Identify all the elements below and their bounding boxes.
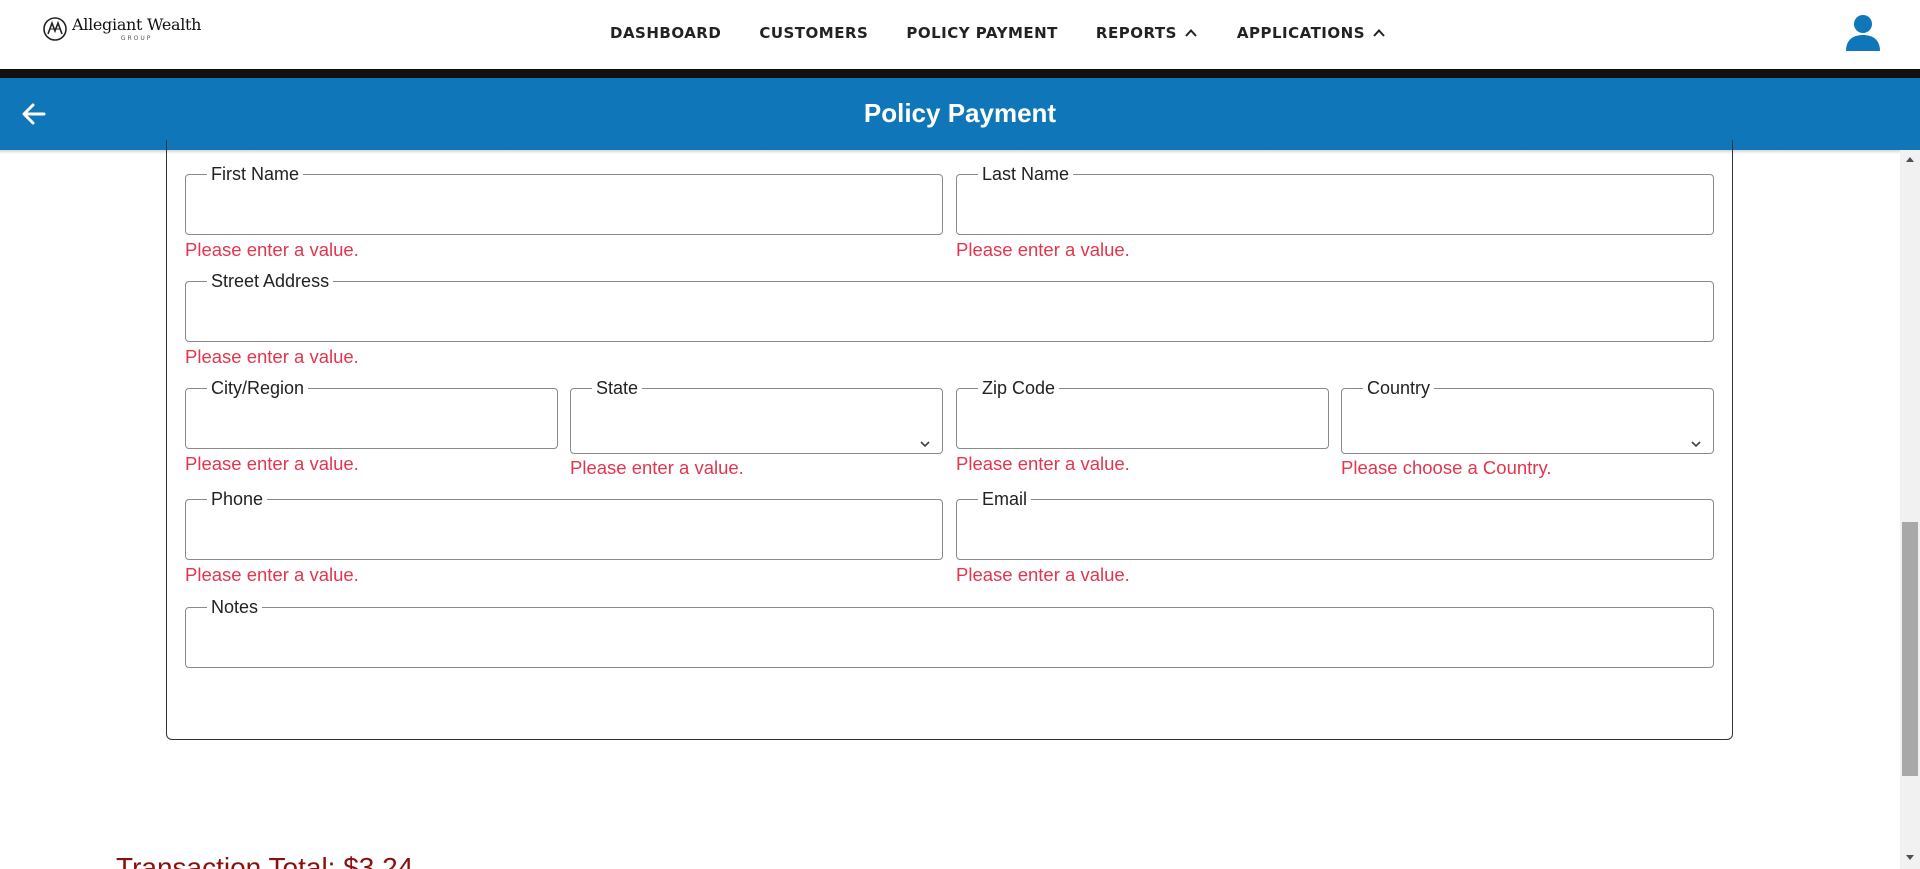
notes-textarea[interactable] bbox=[196, 616, 1703, 660]
nav-customers[interactable]: CUSTOMERS bbox=[759, 24, 868, 42]
phone-error: Please enter a value. bbox=[185, 564, 359, 585]
notes-field: Notes bbox=[185, 598, 1714, 668]
brand-sub: GROUP bbox=[120, 34, 153, 42]
nav-policy-payment[interactable]: POLICY PAYMENT bbox=[906, 24, 1058, 42]
email-field: Email bbox=[956, 490, 1714, 560]
navbar-divider bbox=[0, 69, 1920, 78]
main-nav: DASHBOARD CUSTOMERS POLICY PAYMENT REPOR… bbox=[610, 24, 1387, 42]
nav-applications[interactable]: APPLICATIONS bbox=[1237, 24, 1387, 42]
scrollbar-thumb[interactable] bbox=[1902, 522, 1918, 776]
nav-reports-label: REPORTS bbox=[1095, 24, 1177, 42]
nav-applications-label: APPLICATIONS bbox=[1236, 24, 1365, 42]
brand-logo-mark-icon bbox=[43, 17, 67, 41]
state-select[interactable] bbox=[581, 397, 932, 441]
zip-code-input[interactable] bbox=[967, 397, 1318, 441]
country-field: Country bbox=[1341, 379, 1714, 454]
nav-policy-payment-label: POLICY PAYMENT bbox=[906, 24, 1058, 42]
street-address-label: Street Address bbox=[211, 271, 330, 291]
city-field: City/Region bbox=[185, 379, 558, 449]
user-account-icon[interactable] bbox=[1844, 13, 1882, 53]
first-name-input[interactable] bbox=[196, 183, 932, 227]
state-field: State bbox=[570, 379, 943, 454]
phone-label: Phone bbox=[211, 489, 264, 509]
country-select[interactable] bbox=[1352, 397, 1703, 441]
email-error: Please enter a value. bbox=[956, 564, 1130, 585]
chevron-up-icon bbox=[1185, 29, 1197, 37]
scroll-up-arrow-icon[interactable] bbox=[1904, 154, 1916, 164]
billing-form-card: First Name Please enter a value. Last Na… bbox=[166, 140, 1733, 740]
notes-label: Notes bbox=[211, 597, 259, 617]
first-name-field: First Name bbox=[185, 165, 943, 235]
nav-reports[interactable]: REPORTS bbox=[1096, 24, 1199, 42]
transaction-total: Transaction Total: $3.24 bbox=[116, 852, 414, 869]
city-label: City/Region bbox=[211, 378, 305, 398]
zip-code-error: Please enter a value. bbox=[956, 453, 1130, 474]
last-name-label: Last Name bbox=[982, 164, 1070, 184]
street-address-error: Please enter a value. bbox=[185, 346, 359, 367]
email-input[interactable] bbox=[967, 508, 1703, 552]
nav-dashboard-label: DASHBOARD bbox=[610, 24, 722, 42]
scroll-down-arrow-icon[interactable] bbox=[1904, 853, 1916, 863]
last-name-field: Last Name bbox=[956, 165, 1714, 235]
last-name-input[interactable] bbox=[967, 183, 1703, 227]
chevron-up-icon bbox=[1373, 29, 1385, 37]
street-address-input[interactable] bbox=[196, 290, 1703, 334]
street-address-field: Street Address bbox=[185, 272, 1714, 342]
state-label: State bbox=[596, 378, 639, 398]
nav-dashboard[interactable]: DASHBOARD bbox=[610, 24, 721, 42]
country-error: Please choose a Country. bbox=[1341, 457, 1552, 478]
brand-logo[interactable]: Allegiant Wealth GROUP bbox=[42, 16, 201, 42]
chevron-down-icon bbox=[920, 441, 930, 448]
state-error: Please enter a value. bbox=[570, 457, 744, 478]
phone-field: Phone bbox=[185, 490, 943, 560]
country-label: Country bbox=[1367, 378, 1431, 398]
brand-text: Allegiant Wealth GROUP bbox=[72, 14, 202, 42]
page-title: Policy Payment bbox=[863, 98, 1057, 128]
city-input[interactable] bbox=[196, 397, 547, 441]
last-name-error: Please enter a value. bbox=[956, 239, 1130, 260]
first-name-label: First Name bbox=[211, 164, 300, 184]
city-error: Please enter a value. bbox=[185, 453, 359, 474]
zip-code-field: Zip Code bbox=[956, 379, 1329, 449]
zip-code-label: Zip Code bbox=[982, 378, 1056, 398]
email-label: Email bbox=[982, 489, 1028, 509]
nav-customers-label: CUSTOMERS bbox=[759, 24, 869, 42]
first-name-error: Please enter a value. bbox=[185, 239, 359, 260]
top-navbar: Allegiant Wealth GROUP DASHBOARD CUSTOME… bbox=[0, 0, 1920, 69]
phone-input[interactable] bbox=[196, 508, 932, 552]
brand-name: Allegiant Wealth bbox=[72, 14, 202, 34]
chevron-down-icon bbox=[1691, 441, 1701, 448]
